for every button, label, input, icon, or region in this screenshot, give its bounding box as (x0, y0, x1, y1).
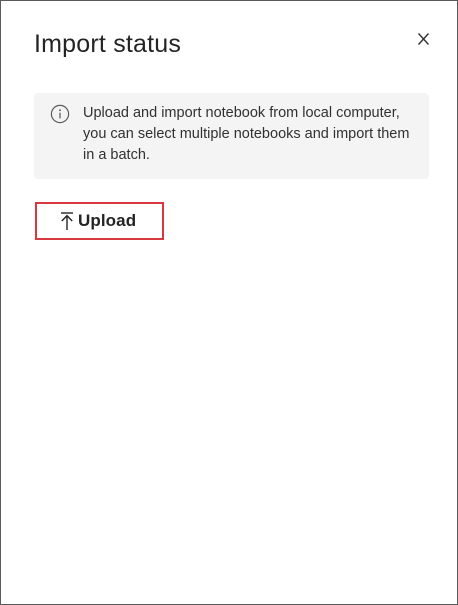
upload-icon (61, 212, 73, 230)
info-icon (50, 104, 70, 124)
panel-title: Import status (34, 30, 182, 58)
import-status-panel: Import status Upload and import notebook… (0, 0, 458, 605)
info-message-text: Upload and import notebook from local co… (83, 105, 410, 163)
close-icon (417, 33, 429, 45)
close-button[interactable] (410, 26, 436, 52)
upload-button[interactable]: Upload (35, 202, 164, 240)
upload-button-label: Upload (78, 211, 137, 230)
info-message-bar: Upload and import notebook from local co… (34, 93, 429, 179)
